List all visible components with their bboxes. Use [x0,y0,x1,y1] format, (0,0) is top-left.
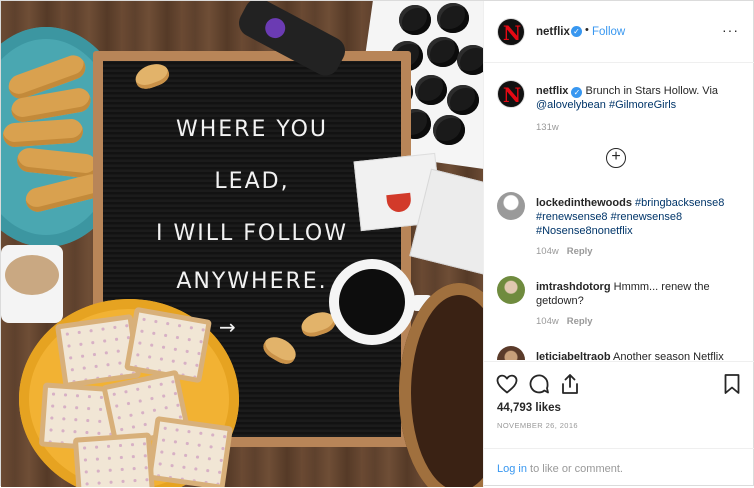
reply-button[interactable]: Reply [567,316,593,327]
likes-count[interactable]: 44,793 likes [497,402,561,414]
post-actions: 44,793 likes NOVEMBER 26, 2016 Log in to… [484,361,754,487]
user-avatar[interactable] [497,276,525,304]
bookmark-icon[interactable] [720,372,744,396]
comment-username[interactable]: lockedinthewoods [536,197,632,209]
user-avatar[interactable] [497,346,525,360]
comment-text: Another season Netflix [613,351,724,360]
olive [415,75,447,105]
olive [447,85,479,115]
olive [427,37,459,67]
comment-time[interactable]: 104w [536,316,559,327]
comment-icon[interactable] [527,372,551,396]
verified-badge-icon: ✓ [571,87,583,98]
olive [433,115,465,145]
board-line-1: WHERE YOU [175,117,329,142]
login-link[interactable]: Log in [497,463,527,475]
pop-tart [146,415,234,487]
pop-tart [72,432,156,487]
netflix-logo-letter: N [502,83,522,107]
board-arrow: → [219,315,236,339]
caption-body: netflix ✓ Brunch in Stars Hollow. Via @a… [536,84,744,112]
separator-dot: • [585,24,589,36]
follow-button[interactable]: Follow [592,26,625,38]
post-date[interactable]: NOVEMBER 26, 2016 [497,421,578,430]
user-avatar[interactable] [497,192,525,220]
board-line-3: I WILL FOLLOW [156,221,348,246]
verified-badge-icon: ✓ [571,26,582,37]
netflix-logo-letter: N [502,21,522,45]
netflix-avatar[interactable]: N [497,18,525,46]
remote-dpad [261,14,289,42]
load-more-comments-button[interactable]: + [606,148,626,168]
olive [437,3,469,33]
caption-mention[interactable]: @alovelybean [536,99,606,111]
comment-username[interactable]: imtrashdotorg [536,281,611,293]
comment-body: leticiabeltraob Another season Netflix [536,350,744,360]
comment-meta: 104w Reply [536,246,593,257]
comment-meta: 104w Reply [536,316,593,327]
coffee [5,255,59,295]
comment-username[interactable]: leticiabeltraob [536,351,611,360]
post-photo[interactable]: WHERE YOU LEAD, I WILL FOLLOW ANYWHERE. … [1,1,483,487]
header-username[interactable]: netflix [536,26,570,38]
coffee-mug [1,245,63,323]
login-bar: Log in to like or comment. [484,448,754,488]
comment-body: imtrashdotorg Hmmm... renew the getdown? [536,280,744,308]
olive [399,5,431,35]
black-coffee-mug [329,259,435,345]
post-side-panel: N netflix ✓ • Follow ··· N netflix ✓ Bru… [483,1,754,487]
comment-time[interactable]: 104w [536,246,559,257]
comment-body: lockedinthewoods #bringbacksense8 #renew… [536,196,744,238]
takeout-logo [386,192,413,214]
olive [457,45,483,75]
login-prompt-text: to like or comment. [530,463,623,475]
instagram-post: WHERE YOU LEAD, I WILL FOLLOW ANYWHERE. … [0,0,754,487]
caption-hashtag[interactable]: #GilmoreGirls [609,99,676,111]
comments-list[interactable]: N netflix ✓ Brunch in Stars Hollow. Via … [484,64,754,360]
caption-username[interactable]: netflix [536,85,568,97]
caption-time[interactable]: 131w [536,122,559,133]
share-icon[interactable] [558,372,582,396]
reply-button[interactable]: Reply [567,246,593,257]
more-options-icon[interactable]: ··· [722,22,739,38]
login-prompt: Log in to like or comment. [497,463,623,475]
post-header: N netflix ✓ • Follow ··· [484,1,754,63]
caption-text: Brunch in Stars Hollow. Via [585,85,719,97]
heart-icon[interactable] [495,372,519,396]
netflix-avatar[interactable]: N [497,80,525,108]
coffee [339,269,405,335]
